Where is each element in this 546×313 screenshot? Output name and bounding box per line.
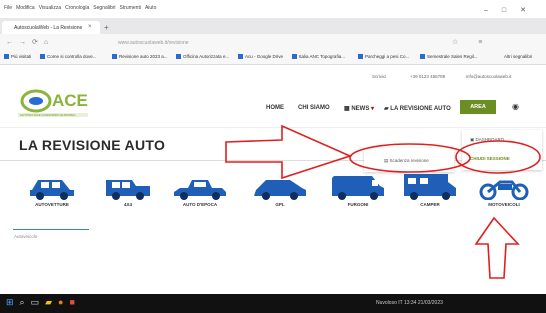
- folder-icon[interactable]: ▰: [45, 297, 58, 307]
- app-icon[interactable]: ■: [69, 297, 80, 307]
- annotation-overlay: [225, 124, 541, 279]
- windows-taskbar: [0, 294, 546, 313]
- system-tray: Nuvoloso IT 13:34 21/03/2023: [376, 300, 443, 306]
- firefox-icon[interactable]: ●: [58, 297, 69, 307]
- taskbar-icons[interactable]: ⊞⌕▭▰●■: [6, 297, 81, 308]
- highlight-circle-annotation: [455, 140, 541, 174]
- up-arrow-annotation: [474, 216, 520, 279]
- task-view-icon[interactable]: ▭: [31, 297, 46, 307]
- start-icon[interactable]: ⊞: [6, 297, 20, 307]
- search-icon[interactable]: ⌕: [20, 297, 31, 307]
- highlight-circle-annotation: [349, 143, 471, 173]
- right-arrow-annotation: [225, 124, 353, 180]
